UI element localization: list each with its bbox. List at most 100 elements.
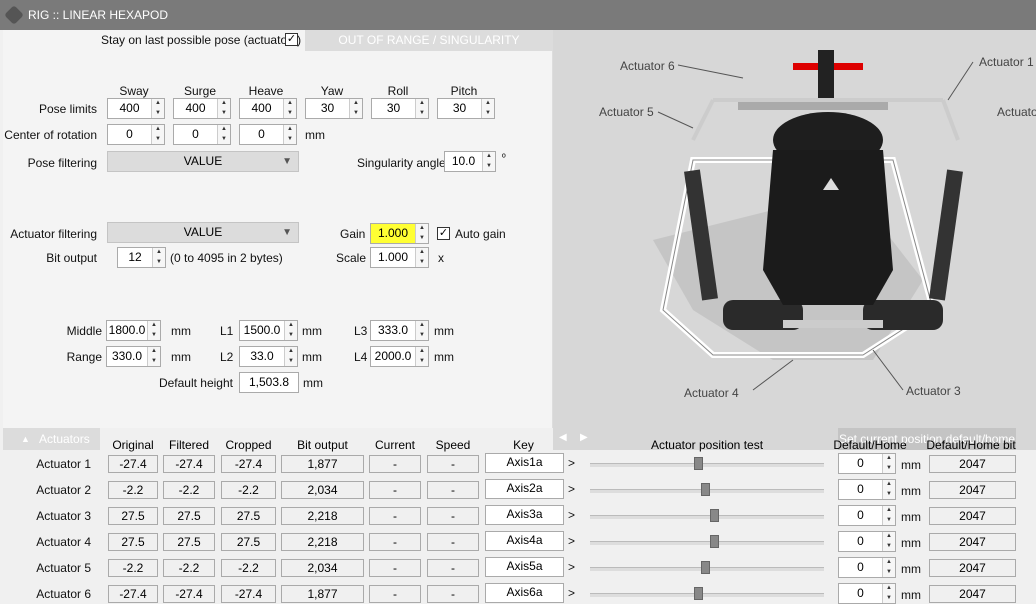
key-input[interactable]: Axis4a	[485, 531, 564, 551]
default-home-input[interactable]: 0 ▲ ▼	[838, 557, 896, 578]
chevron-right-icon[interactable]: >	[568, 508, 575, 522]
actuator-4-label: Actuator 4	[684, 386, 739, 400]
pose-limit-surge[interactable]: 400 ▲ ▼	[173, 98, 231, 119]
spin-arrows-icon[interactable]: ▲ ▼	[882, 480, 895, 499]
spin-arrows-icon[interactable]: ▲ ▼	[882, 558, 895, 577]
l2-input[interactable]: 33.0 ▲ ▼	[239, 346, 298, 367]
chevron-down-icon: ▼	[282, 227, 292, 238]
cell-current: -	[369, 533, 421, 551]
pose-limit-roll[interactable]: 30 ▲ ▼	[371, 98, 429, 119]
chevron-right-icon[interactable]: >	[568, 456, 575, 470]
hexapod-3d-viewport[interactable]: Actuator 6 Actuator 1 Actuator 5 Actuato…	[553, 30, 1036, 428]
stay-on-last-pose-checkbox[interactable]: ✓	[285, 33, 298, 46]
singularity-angle-value: 10.0	[451, 154, 476, 168]
l3-label: L3	[354, 324, 368, 338]
slider-thumb[interactable]	[701, 483, 710, 496]
gain-input[interactable]: 1.000 ▲ ▼	[370, 223, 429, 244]
chevron-right-icon[interactable]: >	[568, 586, 575, 600]
cell-filtered: 27.5	[163, 533, 215, 551]
range-input[interactable]: 330.0 ▲ ▼	[106, 346, 161, 367]
spin-arrows-icon[interactable]: ▲ ▼	[349, 99, 362, 118]
key-input[interactable]: Axis3a	[485, 505, 564, 525]
slider-thumb[interactable]	[710, 535, 719, 548]
chevron-right-icon[interactable]: >	[568, 560, 575, 574]
position-test-slider[interactable]	[590, 515, 824, 519]
spin-arrows-icon[interactable]: ▲ ▼	[882, 584, 895, 603]
auto-gain-checkbox[interactable]: ✓	[437, 227, 450, 240]
bit-output-input[interactable]: 12 ▲ ▼	[117, 247, 166, 268]
default-home-input[interactable]: 0 ▲ ▼	[838, 531, 896, 552]
spin-arrows-icon[interactable]: ▲ ▼	[151, 99, 164, 118]
key-input[interactable]: Axis1a	[485, 453, 564, 473]
pose-limits-label: Pose limits	[38, 102, 97, 116]
slider-thumb[interactable]	[710, 509, 719, 522]
spin-arrows-icon[interactable]: ▲ ▼	[151, 125, 164, 144]
spin-arrows-icon[interactable]: ▲ ▼	[217, 99, 230, 118]
actuator-row-label: Actuator 5	[36, 561, 91, 575]
actuator-2-label: Actuato	[997, 105, 1036, 119]
center-rotation-heave[interactable]: 0 ▲ ▼	[239, 124, 297, 145]
actuators-tab[interactable]: ▲ Actuators	[3, 428, 100, 450]
l3-input[interactable]: 333.0 ▲ ▼	[370, 320, 429, 341]
spin-arrows-icon[interactable]: ▲ ▼	[882, 532, 895, 551]
spin-arrows-icon[interactable]: ▲ ▼	[217, 125, 230, 144]
singularity-angle-input[interactable]: 10.0 ▲ ▼	[444, 151, 496, 172]
column-header-heave: Heave	[248, 84, 284, 98]
col-key: Key	[513, 438, 534, 452]
spin-arrows-icon[interactable]: ▲ ▼	[882, 454, 895, 473]
default-home-input-value: 0	[857, 586, 864, 600]
slider-thumb[interactable]	[694, 457, 703, 470]
l1-input[interactable]: 1500.0 ▲ ▼	[239, 320, 298, 341]
default-home-unit: mm	[901, 562, 921, 576]
window-title: RIG :: LINEAR HEXAPOD	[28, 8, 169, 22]
position-test-slider[interactable]	[590, 463, 824, 467]
l4-input[interactable]: 2000.0 ▲ ▼	[370, 346, 429, 367]
default-home-unit: mm	[901, 536, 921, 550]
pose-filtering-dropdown[interactable]: VALUE ▼	[107, 151, 299, 172]
range-value: 330.0	[111, 349, 143, 363]
chevron-right-icon[interactable]: >	[568, 482, 575, 496]
center-rotation-heave-value: 0	[258, 127, 265, 141]
spin-arrows-icon[interactable]: ▲ ▼	[481, 99, 494, 118]
col-original: Original	[112, 438, 154, 452]
spin-arrows-icon[interactable]: ▲ ▼	[283, 99, 296, 118]
actuator-row-label: Actuator 2	[36, 483, 91, 497]
actuator-filtering-dropdown[interactable]: VALUE ▼	[107, 222, 299, 243]
cell-bit: 1,877	[281, 455, 364, 473]
spin-arrows-icon[interactable]: ▲ ▼	[415, 99, 428, 118]
position-test-slider[interactable]	[590, 593, 824, 597]
center-rotation-surge[interactable]: 0 ▲ ▼	[173, 124, 231, 145]
middle-input[interactable]: 1800.0 ▲ ▼	[106, 320, 161, 341]
key-input[interactable]: Axis6a	[485, 583, 564, 603]
pose-filtering-value: VALUE	[183, 154, 223, 168]
pose-limit-sway[interactable]: 400 ▲ ▼	[107, 98, 165, 119]
default-home-input[interactable]: 0 ▲ ▼	[838, 505, 896, 526]
col-current: Current	[374, 438, 415, 452]
center-rotation-sway[interactable]: 0 ▲ ▼	[107, 124, 165, 145]
bit-output-note: (0 to 4095 in 2 bytes)	[170, 251, 283, 265]
l1-value: 1500.0	[243, 323, 281, 337]
col-default-home: Default/Home	[833, 438, 907, 452]
key-input[interactable]: Axis2a	[485, 479, 564, 499]
scale-input[interactable]: 1.000 ▲ ▼	[370, 247, 429, 268]
center-rotation-label: Center of rotation	[4, 128, 97, 142]
pose-limit-heave[interactable]: 400 ▲ ▼	[239, 98, 297, 119]
spin-arrows-icon[interactable]: ▲ ▼	[882, 506, 895, 525]
slider-thumb[interactable]	[701, 561, 710, 574]
default-home-input[interactable]: 0 ▲ ▼	[838, 583, 896, 604]
spin-arrows-icon[interactable]: ▲ ▼	[283, 125, 296, 144]
key-input[interactable]: Axis5a	[485, 557, 564, 577]
default-home-input[interactable]: 0 ▲ ▼	[838, 453, 896, 474]
hexapod-app-icon	[4, 5, 24, 25]
next-arrow-icon[interactable]: ▶	[580, 432, 588, 443]
actuator-5-label: Actuator 5	[599, 105, 654, 119]
default-home-bit-cell: 2047	[929, 585, 1016, 603]
default-home-input[interactable]: 0 ▲ ▼	[838, 479, 896, 500]
chevron-right-icon[interactable]: >	[568, 534, 575, 548]
pose-limit-pitch[interactable]: 30 ▲ ▼	[437, 98, 495, 119]
column-header-surge: Surge	[183, 84, 217, 98]
column-header-pitch: Pitch	[450, 84, 478, 98]
slider-thumb[interactable]	[694, 587, 703, 600]
pose-limit-yaw[interactable]: 30 ▲ ▼	[305, 98, 363, 119]
position-test-slider[interactable]	[590, 541, 824, 545]
